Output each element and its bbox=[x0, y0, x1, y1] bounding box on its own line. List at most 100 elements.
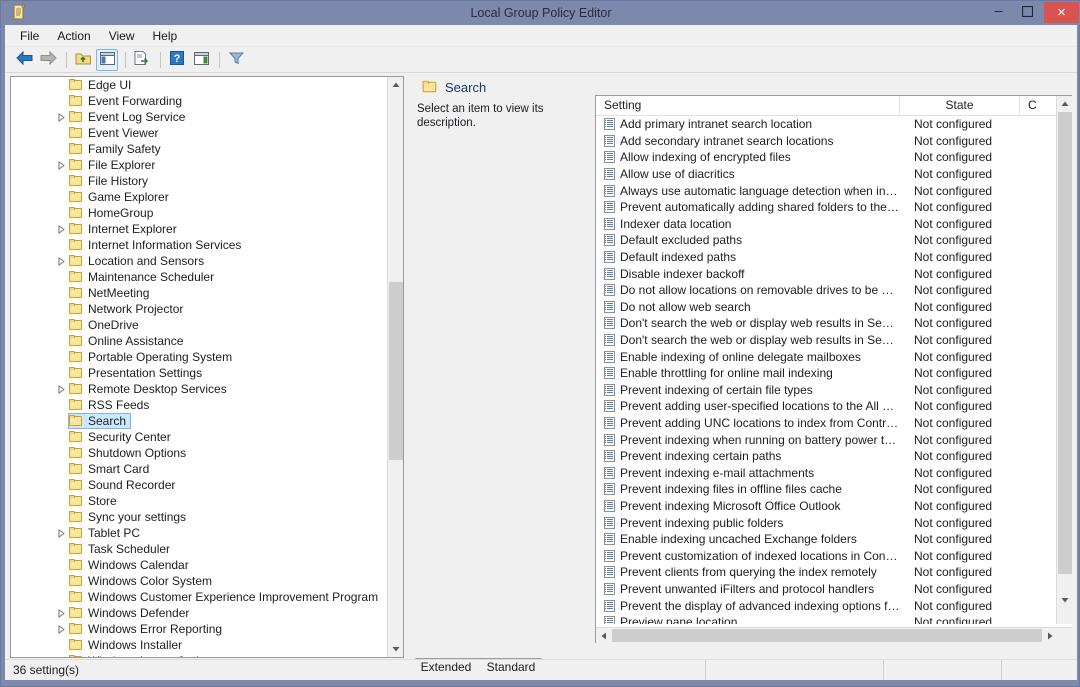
tree-vertical-scrollbar[interactable] bbox=[387, 77, 403, 657]
setting-row[interactable]: Prevent unwanted iFilters and protocol h… bbox=[596, 581, 1072, 598]
tree-item[interactable]: Windows Defender bbox=[11, 605, 387, 621]
tree-item[interactable]: Maintenance Scheduler bbox=[11, 269, 387, 285]
setting-row[interactable]: Prevent clients from querying the index … bbox=[596, 564, 1072, 581]
menu-action[interactable]: Action bbox=[48, 26, 99, 46]
setting-row[interactable]: Do not allow locations on removable driv… bbox=[596, 282, 1072, 299]
tree-item[interactable]: Windows Calendar bbox=[11, 557, 387, 573]
setting-row[interactable]: Prevent indexing when running on battery… bbox=[596, 431, 1072, 448]
tree-item[interactable]: Windows Color System bbox=[11, 573, 387, 589]
expand-triangle-icon[interactable] bbox=[57, 257, 66, 266]
tree-item[interactable]: Network Projector bbox=[11, 301, 387, 317]
settings-list-body[interactable]: Add primary intranet search location Not … bbox=[596, 116, 1072, 624]
column-header-state[interactable]: State bbox=[900, 96, 1020, 115]
setting-row[interactable]: Preview pane location Not configured bbox=[596, 614, 1072, 624]
tree-item[interactable]: Online Assistance bbox=[11, 333, 387, 349]
column-header-setting[interactable]: Setting bbox=[596, 96, 900, 115]
setting-row[interactable]: Allow use of diacritics Not configured bbox=[596, 166, 1072, 183]
tree-item[interactable]: RSS Feeds bbox=[11, 397, 387, 413]
list-hscrollbar-thumb[interactable] bbox=[612, 629, 1042, 642]
list-scroll-left-button[interactable] bbox=[596, 628, 612, 643]
tree-item[interactable]: OneDrive bbox=[11, 317, 387, 333]
tree-item[interactable]: Sound Recorder bbox=[11, 477, 387, 493]
policy-tree[interactable]: Edge UI Event Forwarding Event Log Service… bbox=[11, 77, 387, 657]
expand-triangle-icon[interactable] bbox=[57, 625, 66, 634]
close-button[interactable]: × bbox=[1044, 2, 1079, 23]
setting-row[interactable]: Add primary intranet search location Not … bbox=[596, 116, 1072, 133]
setting-row[interactable]: Indexer data location Not configured bbox=[596, 216, 1072, 233]
setting-row[interactable]: Disable indexer backoff Not configured bbox=[596, 265, 1072, 282]
tree-item[interactable]: Event Viewer bbox=[11, 125, 387, 141]
setting-row[interactable]: Default excluded paths Not configured bbox=[596, 232, 1072, 249]
tree-item[interactable]: Remote Desktop Services bbox=[11, 381, 387, 397]
setting-row[interactable]: Add secondary intranet search locations N… bbox=[596, 133, 1072, 150]
setting-row[interactable]: Always use automatic language detection … bbox=[596, 182, 1072, 199]
setting-row[interactable]: Don't search the web or display web resu… bbox=[596, 332, 1072, 349]
tree-item[interactable]: File History bbox=[11, 173, 387, 189]
tree-item[interactable]: Location and Sensors bbox=[11, 253, 387, 269]
expand-triangle-icon[interactable] bbox=[57, 225, 66, 234]
show-hide-console-tree-button[interactable] bbox=[96, 48, 118, 71]
expand-triangle-icon[interactable] bbox=[57, 161, 66, 170]
tab-extended[interactable]: Extended bbox=[411, 658, 481, 675]
expand-triangle-icon[interactable] bbox=[57, 113, 66, 122]
list-scroll-up-button[interactable] bbox=[1057, 96, 1072, 112]
setting-row[interactable]: Prevent indexing Microsoft Office Outloo… bbox=[596, 498, 1072, 515]
tree-scroll-down-button[interactable] bbox=[388, 641, 403, 657]
tree-item[interactable]: File Explorer bbox=[11, 157, 387, 173]
show-action-pane-button[interactable] bbox=[190, 49, 212, 71]
list-scroll-down-button[interactable] bbox=[1057, 592, 1072, 608]
tree-item[interactable]: Shutdown Options bbox=[11, 445, 387, 461]
tree-item[interactable]: HomeGroup bbox=[11, 205, 387, 221]
tree-item[interactable]: Portable Operating System bbox=[11, 349, 387, 365]
setting-row[interactable]: Enable throttling for online mail indexi… bbox=[596, 365, 1072, 382]
tree-item[interactable]: Windows Logon Options bbox=[11, 653, 387, 657]
minimize-button[interactable]: – bbox=[984, 2, 1013, 23]
maximize-button[interactable] bbox=[1013, 2, 1042, 23]
setting-row[interactable]: Prevent customization of indexed locatio… bbox=[596, 547, 1072, 564]
menu-file[interactable]: File bbox=[11, 26, 48, 46]
tree-item[interactable]: Event Log Service bbox=[11, 109, 387, 125]
list-vertical-scrollbar[interactable] bbox=[1056, 96, 1072, 624]
tree-item[interactable]: Windows Installer bbox=[11, 637, 387, 653]
setting-row[interactable]: Enable indexing of online delegate mailb… bbox=[596, 348, 1072, 365]
setting-row[interactable]: Prevent adding user-specified locations … bbox=[596, 398, 1072, 415]
expand-triangle-icon[interactable] bbox=[57, 609, 66, 618]
setting-row[interactable]: Prevent indexing public folders Not confi… bbox=[596, 514, 1072, 531]
setting-row[interactable]: Enable indexing uncached Exchange folder… bbox=[596, 531, 1072, 548]
setting-row[interactable]: Prevent indexing certain paths Not config… bbox=[596, 448, 1072, 465]
tree-item[interactable]: NetMeeting bbox=[11, 285, 387, 301]
tree-item[interactable]: Windows Customer Experience Improvement … bbox=[11, 589, 387, 605]
tree-item[interactable]: Task Scheduler bbox=[11, 541, 387, 557]
filter-button[interactable] bbox=[225, 49, 247, 71]
tree-item[interactable]: Event Forwarding bbox=[11, 93, 387, 109]
tree-item[interactable]: Internet Explorer bbox=[11, 221, 387, 237]
tree-item[interactable]: Edge UI bbox=[11, 77, 387, 93]
tree-scroll-up-button[interactable] bbox=[388, 77, 403, 93]
tree-scrollbar-thumb[interactable] bbox=[389, 282, 403, 460]
setting-row[interactable]: Prevent indexing of certain file types No… bbox=[596, 382, 1072, 399]
setting-row[interactable]: Prevent indexing files in offline files … bbox=[596, 481, 1072, 498]
setting-row[interactable]: Do not allow web search Not configured bbox=[596, 299, 1072, 316]
setting-row[interactable]: Default indexed paths Not configured bbox=[596, 249, 1072, 266]
tree-item[interactable]: Internet Information Services bbox=[11, 237, 387, 253]
list-scrollbar-thumb[interactable] bbox=[1058, 112, 1072, 574]
menu-help[interactable]: Help bbox=[144, 26, 187, 46]
up-one-level-button[interactable] bbox=[72, 49, 94, 71]
setting-row[interactable]: Allow indexing of encrypted files Not con… bbox=[596, 149, 1072, 166]
setting-row[interactable]: Prevent indexing e-mail attachments Not c… bbox=[596, 464, 1072, 481]
tree-item[interactable]: Presentation Settings bbox=[11, 365, 387, 381]
tree-item[interactable]: Windows Error Reporting bbox=[11, 621, 387, 637]
back-button[interactable] bbox=[13, 49, 35, 71]
tree-item[interactable]: Game Explorer bbox=[11, 189, 387, 205]
list-horizontal-scrollbar[interactable] bbox=[596, 627, 1072, 643]
export-list-button[interactable] bbox=[131, 49, 153, 71]
help-button[interactable]: ? bbox=[166, 49, 188, 71]
expand-triangle-icon[interactable] bbox=[57, 385, 66, 394]
tree-item[interactable]: Security Center bbox=[11, 429, 387, 445]
tree-item[interactable]: Family Safety bbox=[11, 141, 387, 157]
list-scroll-right-button[interactable] bbox=[1042, 628, 1058, 643]
title-bar[interactable]: Local Group Policy Editor – × bbox=[1, 1, 1080, 25]
tree-item[interactable]: Sync your settings bbox=[11, 509, 387, 525]
setting-row[interactable]: Prevent the display of advanced indexing… bbox=[596, 597, 1072, 614]
tree-item[interactable]: Tablet PC bbox=[11, 525, 387, 541]
